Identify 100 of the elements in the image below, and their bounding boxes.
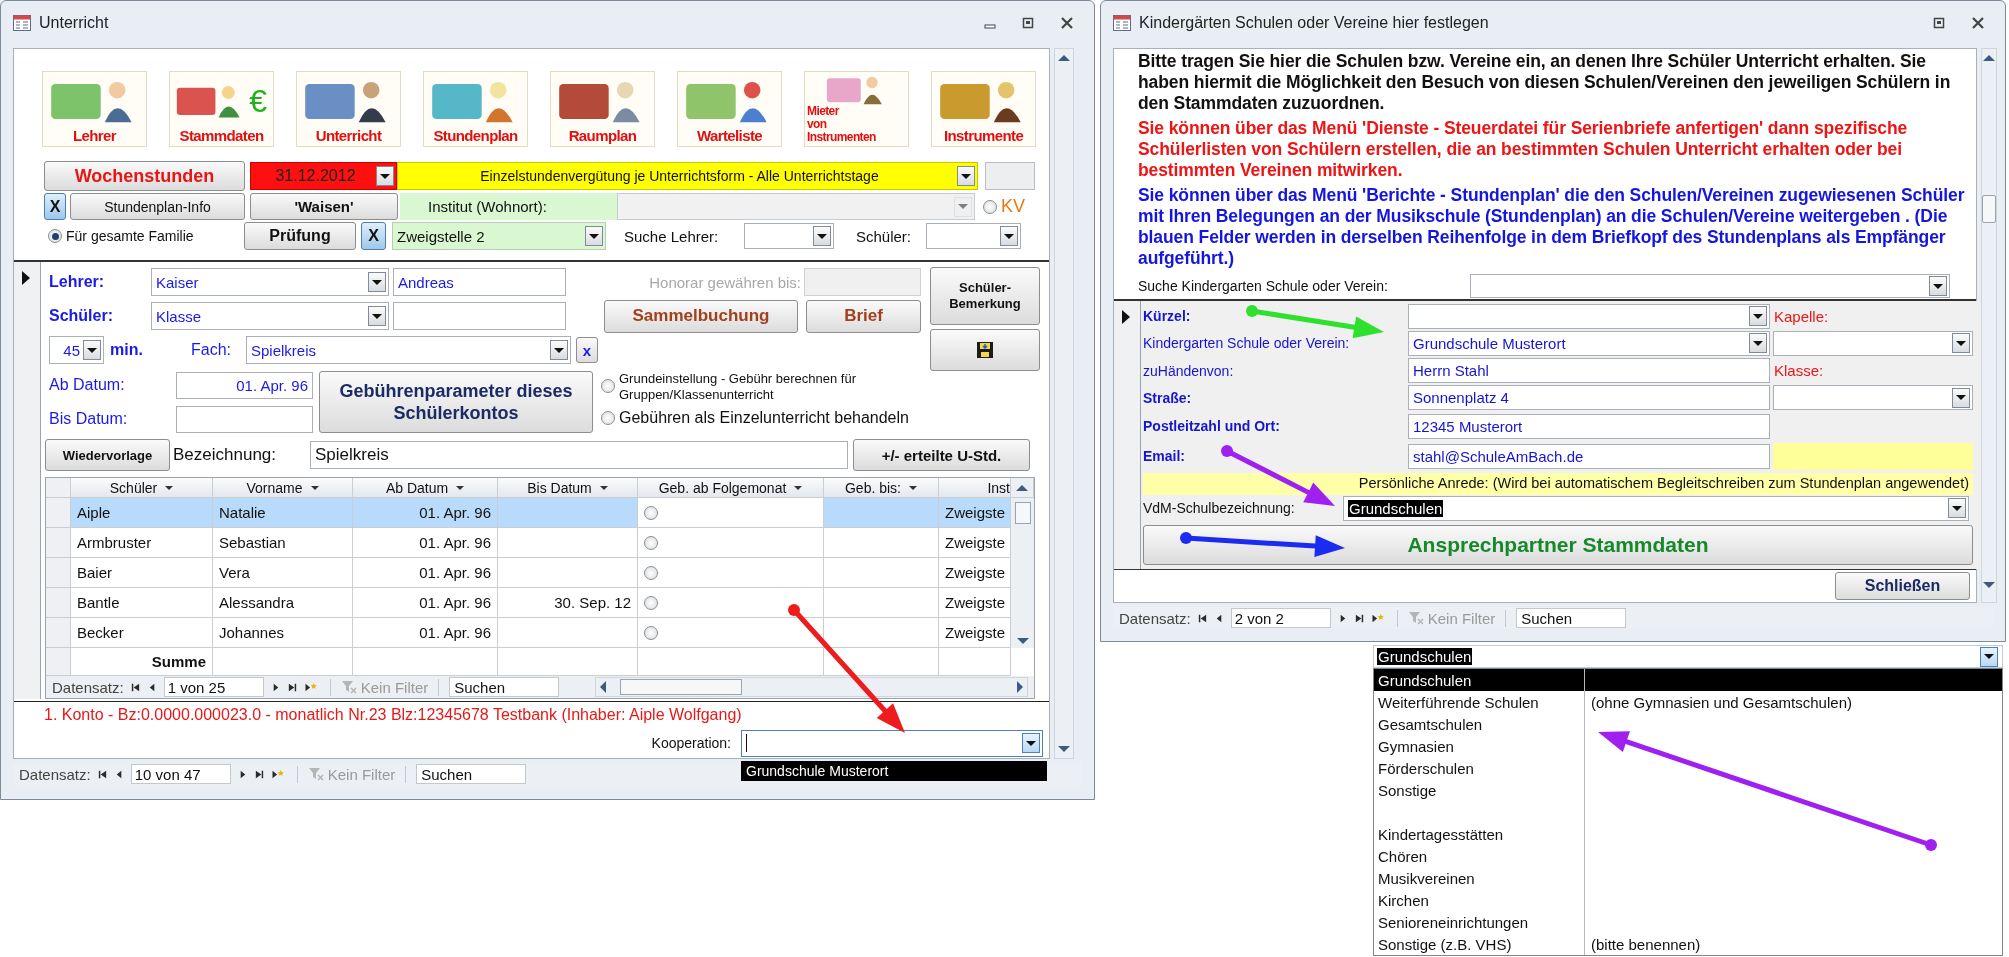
dropdown-option[interactable]: Grundschule Musterort <box>741 760 1047 781</box>
dropdown-option[interactable]: Gymnasien <box>1374 735 2002 757</box>
band-combo-box[interactable] <box>1773 330 1973 356</box>
record-number-field[interactable]: 10 von 47 <box>130 764 231 784</box>
last-record-button[interactable] <box>1353 612 1365 624</box>
dropdown-option[interactable]: Förderschulen <box>1374 757 2002 779</box>
record-number-field[interactable]: 2 von 2 <box>1230 608 1331 628</box>
dropdown-option[interactable]: Grundschulen <box>1374 669 2002 691</box>
table-row[interactable]: Aiple Natalie 01. Apr. 96 Zweigste <box>46 498 1011 528</box>
scroll-up-button[interactable] <box>1011 478 1034 498</box>
first-record-button[interactable] <box>96 768 108 780</box>
clear-button[interactable]: X <box>44 193 66 220</box>
restore-button[interactable] <box>1933 17 1945 29</box>
pruefung-button[interactable]: Prüfung <box>244 222 356 250</box>
column-header[interactable]: Vorname <box>213 478 353 498</box>
close-button[interactable] <box>1971 17 1985 29</box>
save-button[interactable] <box>930 329 1040 371</box>
restore-button[interactable] <box>1022 17 1034 29</box>
start-date-field[interactable]: 01. Apr. 96 <box>176 371 313 399</box>
toolbar-tile-button[interactable]: Mieter von Instrumenten <box>804 71 909 147</box>
radio-button[interactable] <box>644 595 658 610</box>
search-field[interactable]: Suchen <box>449 677 560 697</box>
fee-parameters-button[interactable]: Gebührenparameter dieses Schülerkontos <box>319 371 593 433</box>
search-field[interactable]: Suchen <box>1516 608 1627 628</box>
toolbar-tile-button[interactable]: Stundenplan <box>423 71 528 147</box>
new-record-button[interactable] <box>270 768 285 780</box>
text-field[interactable] <box>393 302 566 330</box>
teacher-combo-box[interactable]: Kaiser <box>151 268 389 296</box>
honorar-date-field[interactable] <box>804 268 921 296</box>
lessons-given-button[interactable]: +/- erteilte U-Std. <box>853 439 1030 471</box>
subject-combo-box[interactable]: Spielkreis <box>246 336 571 364</box>
new-record-button[interactable] <box>303 681 318 693</box>
search-field[interactable]: Suchen <box>416 764 527 784</box>
end-date-field[interactable] <box>176 405 313 433</box>
record-number-field[interactable]: 1 von 25 <box>163 677 264 697</box>
wochenstunden-button[interactable]: Wochenstunden <box>44 161 245 191</box>
clear-button[interactable]: x <box>576 337 598 363</box>
minutes-combo-box[interactable]: 45 <box>49 336 104 364</box>
dropdown-option[interactable]: Sonstige <box>1374 779 2002 801</box>
postal-code-city-field[interactable]: 12345 Musterort <box>1408 413 1770 439</box>
brief-button[interactable]: Brief <box>806 299 921 333</box>
last-record-button[interactable] <box>253 768 265 780</box>
institution-combo-box[interactable]: Grundschule Musterort <box>1408 330 1770 356</box>
dropdown-option[interactable]: Sonstige (z.B. VHS) (bitte benennen) <box>1374 933 2002 955</box>
branch-combo-box[interactable]: Zweigstelle 2 <box>392 222 606 250</box>
waisen-button[interactable]: 'Waisen' <box>250 193 398 220</box>
radio-button[interactable] <box>644 565 658 580</box>
radio-button[interactable] <box>644 505 658 520</box>
first-record-button[interactable] <box>1196 612 1208 624</box>
last-record-button[interactable] <box>286 681 298 693</box>
clear-button[interactable]: X <box>361 222 386 250</box>
first-record-button[interactable] <box>129 681 141 693</box>
dropdown-option[interactable]: Musikvereinen <box>1374 867 2002 889</box>
stundenplan-info-button[interactable]: Stundenplan-Info <box>70 193 245 220</box>
close-form-button[interactable]: Schließen <box>1835 572 1970 600</box>
toolbar-tile-button[interactable]: Lehrer <box>42 71 147 147</box>
horizontal-scrollbar[interactable] <box>595 677 1028 697</box>
toolbar-tile-button[interactable]: Raumplan <box>550 71 655 147</box>
table-row[interactable]: Becker Johannes 01. Apr. 96 Zweigste <box>46 618 1011 648</box>
column-header[interactable]: Ab Datum <box>353 478 498 498</box>
column-header[interactable]: Inst <box>939 478 1011 498</box>
column-header[interactable]: Schüler <box>71 478 213 498</box>
class-combo-box[interactable] <box>1773 385 1973 410</box>
dropdown-option[interactable]: Gesamtschulen <box>1374 713 2002 735</box>
first-name-field[interactable]: Andreas <box>393 268 566 296</box>
dropdown-option[interactable]: Senioreneinrichtungen <box>1374 911 2002 933</box>
toolbar-tile-button[interactable]: Warteliste <box>677 71 782 147</box>
contact-master-data-button[interactable]: Ansprechpartner Stammdaten <box>1143 525 1973 565</box>
student-search-combo-box[interactable] <box>926 223 1021 249</box>
recipient-field[interactable]: Herrn Stahl <box>1408 358 1770 383</box>
radio-button[interactable] <box>644 535 658 550</box>
school-type-combo-box[interactable]: Grundschulen <box>1373 645 2003 668</box>
table-row[interactable]: Armbruster Sebastian 01. Apr. 96 Zweigste <box>46 528 1011 558</box>
payment-mode-combo-box[interactable]: Einzelstundenvergütung je Unterrichtsform - Alle Unterrichtstage <box>397 162 978 190</box>
column-header[interactable]: Bis Datum <box>498 478 638 498</box>
sammelbuchung-button[interactable]: Sammelbuchung <box>604 299 798 333</box>
table-row[interactable]: Bantle Alessandra 01. Apr. 96 30. Sep. 12 Zweigste <box>46 588 1011 618</box>
new-record-button[interactable] <box>1370 612 1385 624</box>
vertical-scrollbar[interactable] <box>1054 48 1074 759</box>
school-type-combo-box[interactable]: Grundschulen <box>1343 495 1969 521</box>
email-field[interactable]: stahl@SchuleAmBach.de <box>1408 443 1770 469</box>
wiedervorlage-button[interactable]: Wiedervorlage <box>45 439 170 471</box>
search-combo-box[interactable] <box>1470 274 1950 298</box>
description-field[interactable]: Spielkreis <box>310 441 848 469</box>
column-header[interactable]: Geb. ab Folgemonat <box>638 478 824 498</box>
street-field[interactable]: Sonnenplatz 4 <box>1408 385 1770 410</box>
vertical-scrollbar[interactable] <box>1011 498 1034 648</box>
toolbar-tile-button[interactable]: € Stammdaten <box>169 71 274 147</box>
toolbar-tile-button[interactable]: Instrumente <box>931 71 1036 147</box>
fee-radio-option[interactable]: Grundeinstellung - Gebühr berechnen für Gruppen/Klassenunterricht <box>601 371 921 403</box>
family-radio-option[interactable]: Für gesamte Familie <box>44 228 244 244</box>
student-combo-box[interactable]: Klasse <box>151 302 389 330</box>
fee-radio-option[interactable]: Gebühren als Einzelunterricht behandeln <box>601 409 921 427</box>
dropdown-option[interactable]: Weiterführende Schulen (ohne Gymnasien und Gesamtschulen) <box>1374 691 2002 713</box>
column-header[interactable]: Geb. bis: <box>824 478 939 498</box>
dropdown-option[interactable]: Chören <box>1374 845 2002 867</box>
dropdown-option[interactable]: Kindertagesstätten <box>1374 823 2002 845</box>
dropdown-option[interactable]: Kirchen <box>1374 889 2002 911</box>
teacher-search-combo-box[interactable] <box>744 223 834 249</box>
close-button[interactable] <box>1060 17 1074 29</box>
